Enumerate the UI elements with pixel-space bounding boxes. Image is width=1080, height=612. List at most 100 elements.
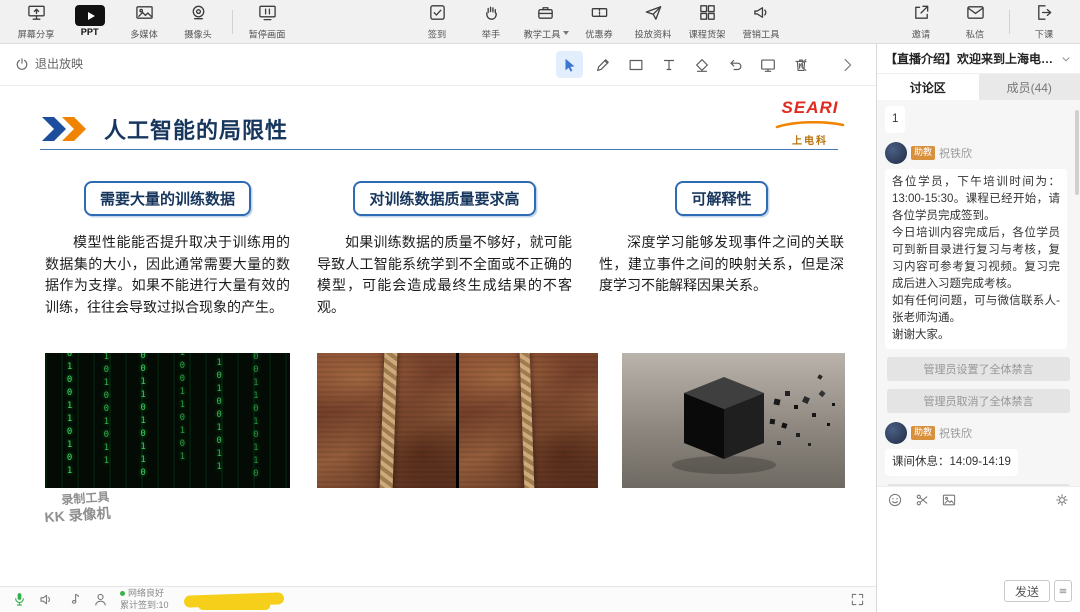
toolbar-divider — [232, 9, 233, 34]
toolbar-multimedia[interactable]: 多媒体 — [118, 1, 170, 43]
sidebar-tabs: 讨论区 成员(44) — [877, 74, 1080, 100]
eraser-icon — [695, 58, 708, 72]
network-status-text: 网络良好 — [128, 587, 165, 598]
sign-in-icon — [428, 3, 447, 25]
presenter-bar: 退出放映 — [0, 44, 876, 86]
network-ok-dot — [120, 591, 125, 597]
image-upload-button[interactable] — [941, 492, 957, 508]
toolbar-label: 私信 — [965, 29, 985, 40]
live-intro-header[interactable]: 【直播介绍】欢迎来到上海电器… — [877, 44, 1080, 74]
tool-text[interactable] — [655, 51, 682, 78]
exit-presentation-label: 退出放映 — [35, 57, 84, 71]
column-body-text: 模型性能能否提升取决于训练用的数据集的大小，因此通常需要大量的数据作为支撑。如果… — [45, 234, 290, 316]
screen-annotate-icon — [760, 58, 775, 72]
rope-image — [317, 353, 598, 488]
raise-hand-icon — [482, 3, 501, 25]
gear-icon[interactable] — [1054, 492, 1070, 508]
send-options-button[interactable] — [1054, 580, 1072, 602]
system-message: 管理员设置了全体禁言 — [887, 357, 1070, 382]
logo-company-text: 上电科 — [792, 136, 828, 147]
role-badge: 助教 — [911, 426, 936, 441]
chevron-left-icon — [799, 58, 806, 71]
matrix-glyphs: 0011010110 — [250, 353, 261, 482]
toolbar-ppt[interactable]: PPT — [64, 1, 116, 43]
exit-presentation-button[interactable]: 退出放映 — [14, 55, 83, 72]
paper-plane-icon — [644, 3, 663, 25]
column-body-text: 如果训练数据的质量不够好，就可能导致人工智能系统学到不全面或不正确的模型，可能会… — [317, 234, 572, 316]
pen-icon — [596, 58, 609, 71]
toolbar-distribute-materials[interactable]: 投放资料 — [627, 1, 679, 43]
toolbar-camera[interactable]: 摄像头 — [172, 1, 224, 43]
envelope-icon — [966, 3, 985, 25]
rope-image-left — [317, 353, 456, 488]
top-toolbar: 屏幕分享 PPT 多媒体 摄像头 暂停画面 签到 举手 教学工具 优惠券 投放资… — [0, 0, 1080, 44]
toolbar-label: 举手 — [481, 29, 501, 40]
rope-image-right — [459, 353, 598, 488]
toolbar-coupon[interactable]: 优惠券 — [573, 1, 625, 43]
chat-input[interactable] — [877, 512, 1080, 578]
chat-bubble: 各位学员，下午培训时间为：13:00-15:30。课程已经开始，请各位学员完成签… — [885, 169, 1067, 350]
speaker-button[interactable] — [37, 591, 55, 609]
chat-list: 1 助教 祝铁欣 各位学员，下午培训时间为：13:00-15:30。课程已经开始… — [877, 100, 1080, 486]
chat-scrollbar[interactable] — [1075, 110, 1079, 195]
toolbar-pause-screen[interactable]: 暂停画面 — [241, 1, 293, 43]
toolbar-raise-hand[interactable]: 举手 — [465, 1, 517, 43]
toolbar-left-group: 屏幕分享 PPT 多媒体 摄像头 暂停画面 — [10, 1, 293, 43]
tool-rectangle[interactable] — [622, 51, 649, 78]
toolbar-divider — [1009, 9, 1010, 34]
sidebar: 【直播介绍】欢迎来到上海电器… 讨论区 成员(44) 1 助教 祝铁欣 各位学员… — [876, 44, 1080, 612]
column-heading-box: 对训练数据质量要求高 — [353, 181, 536, 216]
column-heading-box: 需要大量的训练数据 — [83, 181, 251, 216]
ppt-slide: 人工智能的局限性 SEARI 上电科 需要大量的训练数据 模型性能能否提升取决于… — [0, 86, 876, 586]
toolbar-right-group: 邀请 私信 下课 — [895, 1, 1070, 43]
live-intro-title: 【直播介绍】欢迎来到上海电器… — [885, 52, 1056, 66]
toolbar-teaching-tools[interactable]: 教学工具 — [519, 1, 571, 43]
next-slide-button[interactable] — [833, 51, 860, 78]
recorder-watermark: 录制工具 KK 录像机 — [43, 490, 111, 527]
toolbar-sign-in[interactable]: 签到 — [411, 1, 463, 43]
title-chevrons-icon — [42, 116, 86, 141]
tab-discussion[interactable]: 讨论区 — [877, 74, 979, 100]
tool-pen[interactable] — [589, 51, 616, 78]
send-button[interactable]: 发送 — [1004, 580, 1050, 602]
music-button[interactable] — [64, 591, 82, 609]
tool-cursor[interactable] — [556, 51, 583, 78]
toolbar-center-group: 签到 举手 教学工具 优惠券 投放资料 课程货架 营销工具 — [411, 1, 787, 43]
matrix-glyphs: 1101001011 — [101, 353, 112, 469]
tab-members[interactable]: 成员(44) — [978, 74, 1080, 100]
text-icon — [663, 59, 674, 70]
screenshot-scissors-button[interactable] — [914, 492, 930, 508]
end-class-icon — [1035, 3, 1054, 25]
fullscreen-button[interactable] — [848, 591, 866, 609]
tool-eraser[interactable] — [688, 51, 715, 78]
chat-message-header: 助教 祝铁欣 — [885, 422, 1072, 445]
slide-column: 对训练数据质量要求高 如果训练数据的质量不够好，就可能导致人工智能系统学到不全面… — [317, 181, 572, 319]
role-badge: 助教 — [911, 146, 936, 160]
emoji-button[interactable] — [887, 492, 903, 508]
live-classroom-app: 屏幕分享 PPT 多媒体 摄像头 暂停画面 签到 举手 教学工具 优惠券 投放资… — [0, 0, 1080, 612]
matrix-image: 0100110101 1101001011 0011010110 0100110… — [45, 353, 290, 488]
system-message: 管理员设置了全体禁言 — [887, 484, 1070, 486]
slide-header: 人工智能的局限性 — [40, 108, 838, 150]
prev-slide-button[interactable] — [790, 51, 817, 78]
tool-undo[interactable] — [721, 51, 748, 78]
megaphone-icon — [752, 3, 771, 25]
toolbar-course-shelf[interactable]: 课程货架 — [681, 1, 733, 43]
slide-column: 需要大量的训练数据 模型性能能否提升取决于训练用的数据集的大小，因此通常需要大量… — [45, 181, 290, 319]
column-heading-box: 可解释性 — [675, 181, 768, 216]
microphone-button[interactable] — [10, 591, 28, 609]
avatar[interactable] — [885, 422, 907, 445]
toolbar-screen-share[interactable]: 屏幕分享 — [10, 1, 62, 43]
members-button[interactable] — [91, 591, 109, 609]
tool-screen-annotate[interactable] — [754, 51, 781, 78]
signin-count-text: 累计签到:10 — [120, 599, 169, 610]
toolbar-private-message[interactable]: 私信 — [949, 1, 1001, 43]
toolbar-end-class[interactable]: 下课 — [1018, 1, 1070, 43]
seari-logo: SEARI 上电科 — [762, 98, 858, 147]
toolbar-invite[interactable]: 邀请 — [895, 1, 947, 43]
chat-bubble: 课间休息：14:09-14:19 — [885, 449, 1018, 477]
slide-title: 人工智能的局限性 — [104, 117, 289, 143]
logo-brand-text: SEARI — [781, 98, 839, 117]
toolbar-marketing-tools[interactable]: 营销工具 — [735, 1, 787, 43]
avatar[interactable] — [885, 142, 907, 165]
